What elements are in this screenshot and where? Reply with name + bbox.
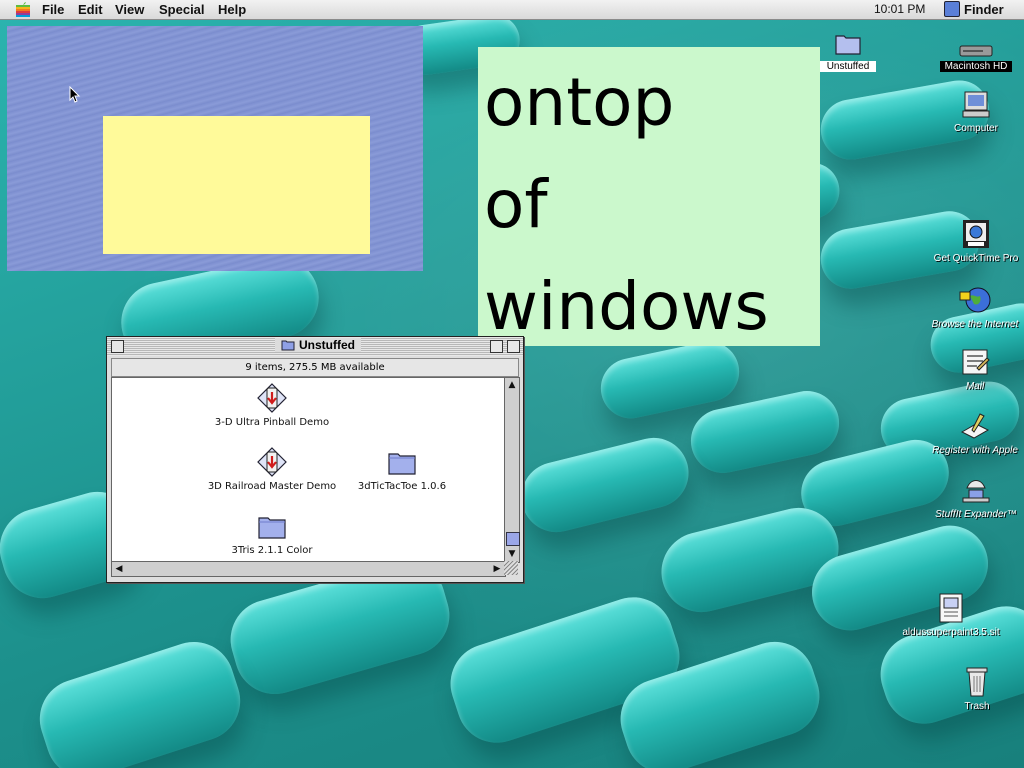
desktop-icon-macintosh-hd[interactable]: Macintosh HD [940,44,1012,72]
file-item-label: 3D Railroad Master Demo [207,481,337,492]
desktop-icon-label: Mail [965,381,985,392]
folder-icon [835,35,861,55]
desktop-icon-label: StuffIt Expander™ [935,509,1017,520]
menu-bar: File Edit View Special Help 10:01 PM Fin… [0,0,1024,20]
desktop-icon-label: Get QuickTime Pro [933,253,1019,264]
ontop-note: ontop of windows [478,47,820,346]
folder-icon [281,340,295,351]
desktop-icon-trash[interactable]: Trash [952,664,1002,712]
collapse-box-button[interactable] [507,340,520,353]
mouse-cursor-icon [69,86,81,103]
window-title-bar[interactable]: Unstuffed [107,337,523,356]
menu-help[interactable]: Help [218,2,246,17]
finder-icon [944,1,960,17]
scroll-thumb[interactable] [506,532,520,546]
stuffit-icon [962,480,990,503]
application-menu-label: Finder [964,1,1004,17]
menu-clock[interactable]: 10:01 PM [874,2,925,16]
desktop-icon-label: Browse the Internet [931,319,1019,330]
apple-menu-icon[interactable] [16,2,30,17]
resize-grow-box[interactable] [504,561,518,575]
desktop-icon-browse-the-internet[interactable]: Browse the Internet [926,284,1024,330]
globe-icon [959,287,991,313]
quicktime-icon [963,220,989,248]
desktop-icon-label: aldussuperpaint3.5.sit [902,627,1000,638]
horizontal-scrollbar[interactable]: ◀ ▶ [111,561,506,577]
file-item-label: 3Tris 2.1.1 Color [231,545,313,556]
menu-view[interactable]: View [115,2,144,17]
desktop-icon-register-with-apple[interactable]: Register with Apple [926,410,1024,456]
folder-icon [258,517,286,539]
desktop-icon-mail[interactable]: Mail [950,346,1000,392]
trash-icon [966,667,988,697]
menu-file[interactable]: File [42,2,64,17]
application-menu[interactable]: Finder [944,1,1004,17]
file-item[interactable]: 3-D Ultra Pinball Demo [212,382,332,428]
desktop-icon-get-quicktime-pro[interactable]: Get QuickTime Pro [928,218,1024,264]
desktop-icon-aldussuperpaint[interactable]: aldussuperpaint3.5.sit [892,592,1010,638]
note-line: windows [484,268,769,345]
menu-edit[interactable]: Edit [78,2,103,17]
desktop-icon-label: Unstuffed [820,61,876,72]
archive-icon [939,593,963,623]
window-title: Unstuffed [275,338,361,352]
file-item[interactable]: 3dTicTacToe 1.0.6 [352,446,452,492]
file-item-label: 3dTicTacToe 1.0.6 [357,481,447,492]
installer-icon [257,383,287,413]
menu-special[interactable]: Special [159,2,205,17]
desktop-icon-unstuffed[interactable]: Unstuffed [820,28,876,72]
file-item[interactable]: 3D Railroad Master Demo [207,446,337,492]
vertical-scrollbar[interactable]: ▲ ▼ [504,377,520,563]
zoom-box-button[interactable] [490,340,503,353]
desktop-icon-label: Trash [964,701,990,712]
installer-icon [257,447,287,477]
scroll-left-arrow-icon[interactable]: ◀ [113,563,125,575]
mail-icon [962,349,990,375]
desktop-icon-label: Computer [954,123,998,134]
scroll-down-arrow-icon[interactable]: ▼ [506,548,518,560]
window-content[interactable]: 3-D Ultra Pinball Demo 3D Railroad Maste… [111,377,506,563]
note-line: ontop [484,64,675,141]
desktop-icon-label: Macintosh HD [940,61,1012,72]
desktop-icon-stuffit-expander[interactable]: StuffIt Expander™ [928,474,1024,520]
desktop-icon-computer[interactable]: Computer [946,90,1006,134]
file-item-label: 3-D Ultra Pinball Demo [214,417,330,428]
hard-drive-icon [959,45,993,57]
note-line: of [484,166,548,243]
desktop-icon-label: Register with Apple [932,445,1018,456]
computer-icon [962,91,990,118]
file-item[interactable]: 3Tris 2.1.1 Color [217,510,327,556]
window-info-bar: 9 items, 275.5 MB available [111,358,519,377]
scroll-right-arrow-icon[interactable]: ▶ [491,563,503,575]
window-title-label: Unstuffed [299,338,355,352]
floating-yellow-box [103,116,370,254]
finder-window-unstuffed[interactable]: Unstuffed 9 items, 275.5 MB available 3-… [106,336,524,583]
scroll-up-arrow-icon[interactable]: ▲ [506,379,518,391]
register-icon [960,413,990,439]
folder-icon [388,453,416,475]
close-box-button[interactable] [111,340,124,353]
